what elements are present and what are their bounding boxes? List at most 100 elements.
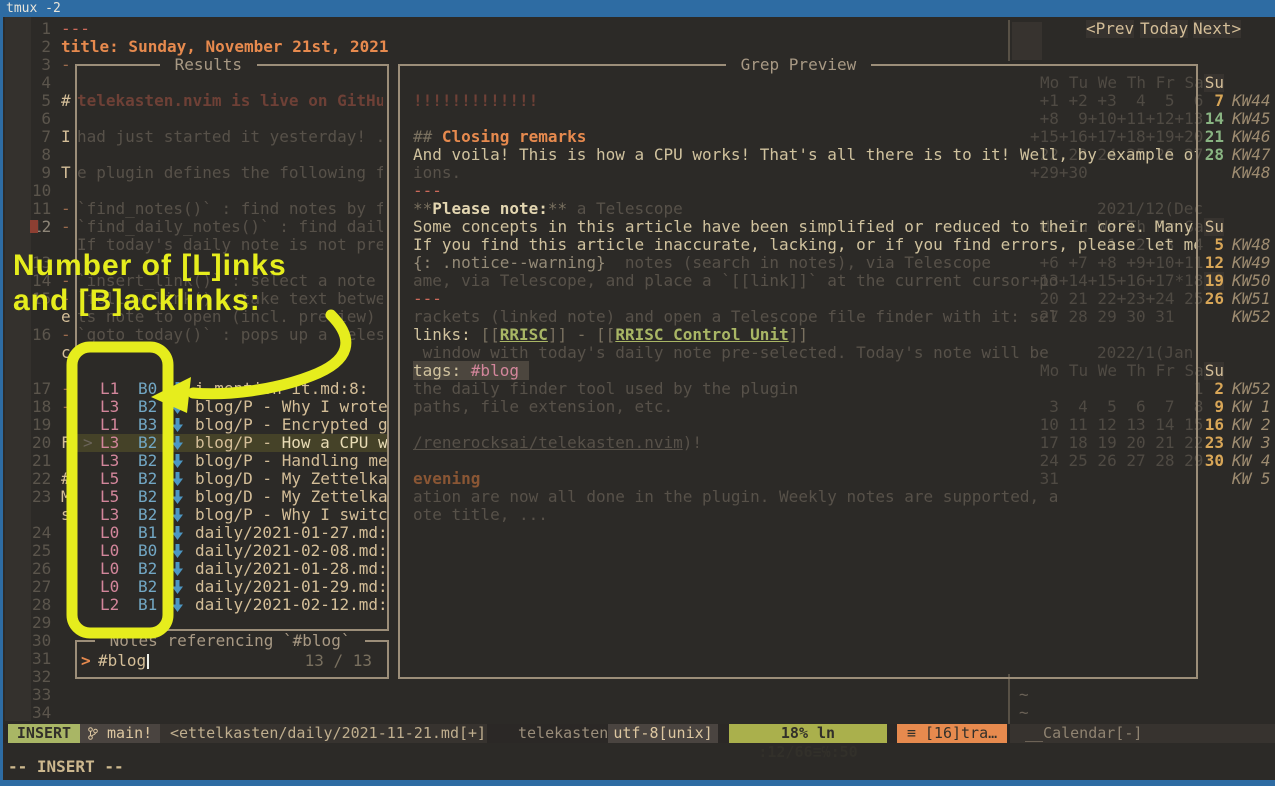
calendar-sunday[interactable]: 26 xyxy=(1204,290,1224,308)
calendar-prev-button[interactable]: <Prev xyxy=(1086,20,1134,38)
calendar-sunday[interactable]: 5 xyxy=(1204,236,1224,254)
calendar-week-number: KW44 xyxy=(1232,92,1271,110)
down-arrow-icon xyxy=(171,544,184,558)
down-arrow-icon xyxy=(171,580,184,594)
result-row[interactable]: L0B0daily/2021-02-08.md:8: xyxy=(77,542,387,560)
result-text: daily/2021-02-08.md:8: xyxy=(195,542,389,560)
calendar-sunday[interactable]: 21 xyxy=(1204,128,1224,146)
mode-message: -- INSERT -- xyxy=(8,758,124,776)
line-number: 7 xyxy=(32,128,51,146)
result-text: blog/P - Encrypted git xyxy=(195,416,389,434)
line-number: 19 xyxy=(32,416,51,434)
diagnostic-sign xyxy=(30,220,38,233)
preview-text-segment: tags: xyxy=(413,361,471,380)
buffer-bullet: - xyxy=(61,218,71,236)
calendar-week-number: KW49 xyxy=(1232,254,1271,272)
backlinks-count: B1 xyxy=(138,596,157,614)
result-row[interactable]: L2B1daily/2021-02-12.md:10 xyxy=(77,596,387,614)
links-count: L3 xyxy=(100,434,119,452)
down-arrow-icon xyxy=(171,436,184,450)
calendar-sunday[interactable]: 14 xyxy=(1204,110,1224,128)
calendar-sunday[interactable]: 23 xyxy=(1204,434,1224,452)
links-count: L0 xyxy=(100,578,119,596)
line-number: 32 xyxy=(32,668,51,686)
line-number: 18 xyxy=(32,398,51,416)
result-row[interactable]: >L3B2blog/P - How a CPU wor xyxy=(77,434,387,452)
result-text: daily/2021-01-27.md:6: xyxy=(195,524,389,542)
backlinks-count: B2 xyxy=(138,578,157,596)
calendar-week-number: KW52 xyxy=(1232,380,1271,398)
terminal-window: tmux -2 123-45#67I89T1011-12-1314-15-e16… xyxy=(0,0,1275,786)
tmux-titlebar: tmux -2 xyxy=(0,0,1275,17)
gutter-char: s xyxy=(61,506,71,524)
result-row[interactable]: L3B2blog/P - Why I switche xyxy=(77,506,387,524)
result-row[interactable]: L5B2blog/D - My Zettelkast xyxy=(77,470,387,488)
line-number: 28 xyxy=(32,596,51,614)
prompt-sign: > xyxy=(81,652,91,670)
calendar-sunday[interactable]: 12 xyxy=(1204,254,1224,272)
result-row[interactable]: L3B2blog/P - Why I wrote m xyxy=(77,398,387,416)
annotation-line2: and [B]acklinks: xyxy=(13,284,261,318)
line-number: 23 xyxy=(32,488,51,506)
calendar-week-number: KW 3 xyxy=(1232,434,1271,452)
sign-column xyxy=(5,17,31,721)
result-row[interactable]: L0B2daily/2021-01-29.md:5: xyxy=(77,578,387,596)
preview-window-title: Grep Preview xyxy=(726,56,871,74)
calendar-sunday[interactable]: 2 xyxy=(1204,380,1224,398)
calendar-week-number: KW 2 xyxy=(1232,416,1271,434)
backlinks-count: B1 xyxy=(138,524,157,542)
result-row[interactable]: L0B2daily/2021-01-28.md:10 xyxy=(77,560,387,578)
calendar-statusline: __Calendar[-] xyxy=(1010,724,1275,743)
search-input[interactable]: #blog xyxy=(98,652,146,670)
result-text: blog/P - Handling merg xyxy=(195,452,389,470)
line-number: 33 xyxy=(32,686,51,704)
calendar-next-button[interactable]: Next> xyxy=(1193,20,1241,38)
backlinks-count: B3 xyxy=(138,416,157,434)
result-text: daily/2021-02-12.md:10 xyxy=(195,596,389,614)
calendar-sunday[interactable]: 30 xyxy=(1204,452,1224,470)
window-separator-top xyxy=(1008,20,1010,61)
preview-line: the daily finder tool used by the plugin xyxy=(413,380,798,398)
preview-line: links: [[RRISC]] - [[RRISC Control Unit]… xyxy=(413,326,808,344)
line-number: 9 xyxy=(32,164,51,182)
preview-text-segment: [[ xyxy=(480,325,499,344)
preview-line: {: .notice--warning} notes (search in no… xyxy=(413,254,991,272)
calendar-sunday[interactable]: 28 xyxy=(1204,146,1224,164)
result-row[interactable]: L3B2blog/P - Handling merg xyxy=(77,452,387,470)
results-list: L1B0i mention it.md:8:L3B2blog/P - Why I… xyxy=(77,66,387,629)
result-row[interactable]: L0B1daily/2021-01-27.md:6: xyxy=(77,524,387,542)
calendar-week-number: KW52 xyxy=(1232,308,1271,326)
calendar-sunday[interactable]: 19 xyxy=(1204,272,1224,290)
preview-text-segment: )! xyxy=(683,433,702,452)
result-text: blog/P - Why I wrote m xyxy=(195,398,389,416)
links-count: L5 xyxy=(100,488,119,506)
backlinks-count: B2 xyxy=(138,488,157,506)
preview-text-segment: RRISC Control Unit xyxy=(615,325,788,344)
calendar-sunday[interactable]: 7 xyxy=(1204,92,1224,110)
links-count: L0 xyxy=(100,542,119,560)
calendar-sunday[interactable]: 9 xyxy=(1204,398,1224,416)
preview-line: **Please note:** a Telescope xyxy=(413,200,683,218)
result-row[interactable]: L5B2blog/D - My Zettelkast xyxy=(77,488,387,506)
gutter-char: I xyxy=(61,128,71,146)
result-row[interactable]: L1B0i mention it.md:8: xyxy=(77,380,387,398)
preview-text-segment xyxy=(519,361,529,380)
preview-text-segment: --- xyxy=(413,289,442,308)
buffer-bullet: - xyxy=(61,398,71,416)
result-text: daily/2021-01-28.md:10 xyxy=(195,560,389,578)
text-cursor xyxy=(147,654,149,669)
result-text: blog/P - xyxy=(195,434,282,452)
preview-text-segment: paths, file extension, etc. xyxy=(413,397,673,416)
links-count: L3 xyxy=(100,506,119,524)
result-row[interactable]: L1B3blog/P - Encrypted git xyxy=(77,416,387,434)
calendar-sunday[interactable]: 16 xyxy=(1204,416,1224,434)
preview-text-segment: Some concepts in this article have been … xyxy=(413,217,1198,236)
backlinks-count: B2 xyxy=(138,470,157,488)
down-arrow-icon xyxy=(171,526,184,540)
preview-line: ame, via Telescope, and place a `[[link]… xyxy=(413,272,1058,290)
line-number: 26 xyxy=(32,560,51,578)
preview-line: If you find this article inaccurate, lac… xyxy=(413,236,1198,254)
calendar-today-button[interactable]: Today xyxy=(1140,20,1188,38)
line-number: 25 xyxy=(32,542,51,560)
preview-line: ## Closing remarks xyxy=(413,128,586,146)
